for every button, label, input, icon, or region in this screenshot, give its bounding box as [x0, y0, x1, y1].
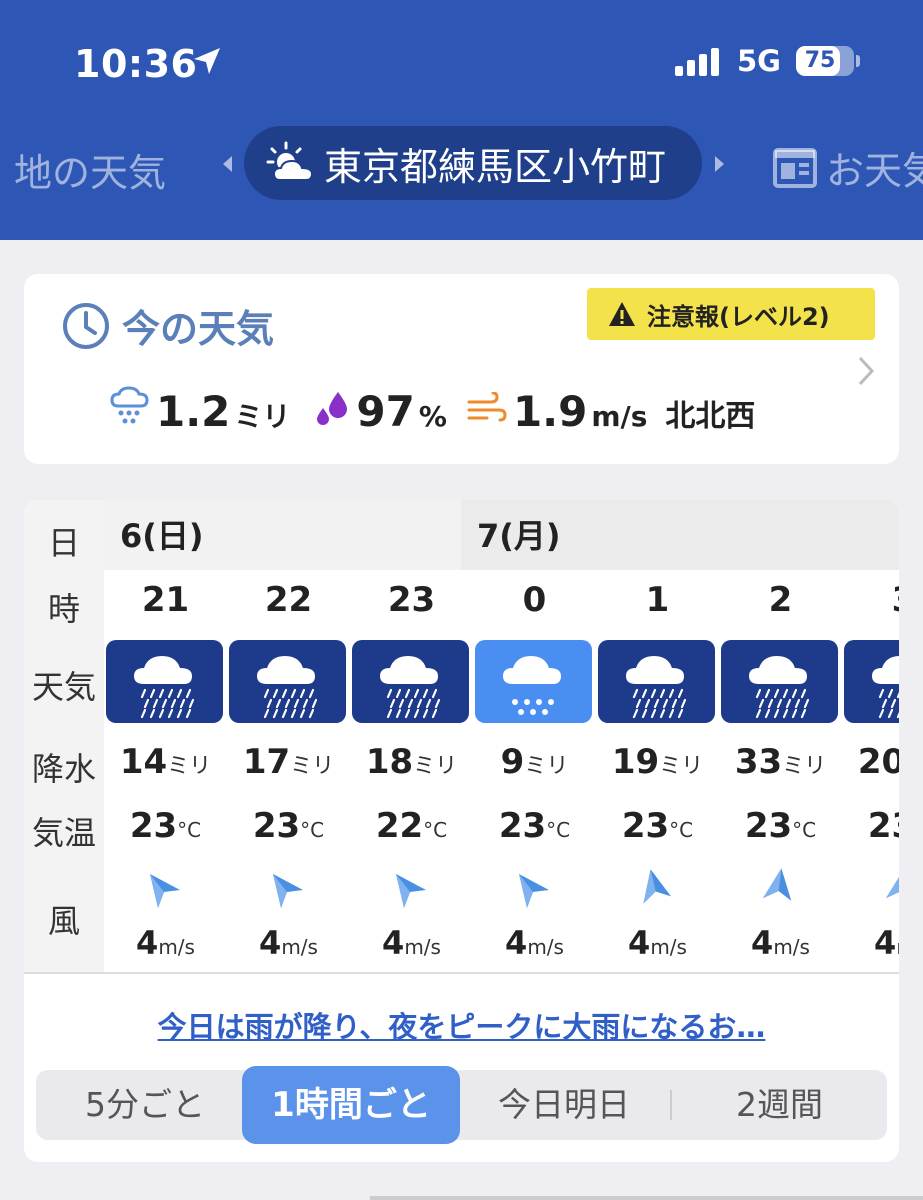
tab-5min[interactable]: 5分ごと [36, 1070, 254, 1140]
day-row: 6(日) 7(月) [104, 500, 899, 570]
location-tab[interactable]: 東京都練馬区小竹町 [244, 126, 702, 200]
precip-value: 33ミリ [734, 742, 827, 782]
tab-2weeks[interactable]: 2週間 [672, 1070, 887, 1140]
current-humidity: 97 [356, 387, 415, 436]
network-type: 5G [737, 44, 781, 78]
battery-percent: 75 [804, 48, 836, 73]
clock-icon [63, 302, 109, 349]
battery-icon: 75 [796, 46, 854, 76]
hour-column[interactable]: 2 33ミリ 23°C 4m/s [719, 570, 842, 972]
rain-icon [110, 386, 149, 424]
wind-speed-value: 4m/s [628, 924, 687, 962]
hour-column[interactable]: 3 20ミリ 23°C 4m/s [842, 570, 899, 972]
precip-value: 18ミリ [365, 742, 458, 782]
hour-column[interactable]: 23 18ミリ 22°C 4m/s [350, 570, 473, 972]
wind-speed-value: 4m/s [505, 924, 564, 962]
hour-label: 3 [842, 580, 899, 620]
wind-direction-icon [396, 874, 426, 908]
chevron-right-icon[interactable] [854, 354, 878, 388]
hour-label: 2 [768, 580, 793, 620]
label-temp: 気温 [31, 814, 96, 852]
heavy-rain-icon [352, 640, 469, 723]
wind-speed-value: 4m/s [136, 924, 195, 962]
hour-label: 0 [522, 580, 547, 620]
tab-today-tomorrow[interactable]: 今日明日 [456, 1070, 672, 1140]
humidity-drops-icon [317, 392, 348, 425]
wind-direction-icon [519, 874, 549, 908]
heavy-rain-icon [229, 640, 346, 723]
day-header: 7(月) [461, 500, 899, 570]
label-weather: 天気 [31, 668, 96, 706]
wind-speed-value: 4m/s [259, 924, 318, 962]
label-precip: 降水 [31, 750, 96, 788]
current-weather-card[interactable]: 今の天気 注意報(レベル2) 1.2 ミリ 97 % 1.9 m/s 北北西 [24, 274, 899, 464]
wind-icon [467, 392, 507, 422]
current-wind-direction: 北北西 [665, 399, 756, 434]
tab-hourly[interactable]: 1時間ごと [242, 1066, 460, 1144]
hour-label: 21 [141, 580, 190, 620]
temperature-value: 23°C [498, 806, 571, 846]
wind-speed-value: 4m/s [874, 924, 899, 962]
status-time: 10:36 [74, 42, 198, 86]
hour-column[interactable]: 21 14ミリ 23°C 4m/s [104, 570, 227, 972]
signal-icon [675, 46, 719, 76]
heavy-rain-icon [844, 640, 899, 723]
precip-value: 19ミリ [611, 742, 704, 782]
day-header: 6(日) [104, 500, 461, 570]
sun-cloud-icon [266, 141, 314, 181]
precip-value: 14ミリ [119, 742, 212, 782]
temperature-value: 23°C [129, 806, 202, 846]
label-hour: 時 [47, 590, 80, 628]
warning-icon [609, 302, 635, 326]
current-conditions: 1.2 ミリ 97 % 1.9 m/s 北北西 [110, 386, 755, 436]
location-name: 東京都練馬区小竹町 [324, 144, 667, 189]
heavy-rain-icon [721, 640, 838, 723]
wind-direction-icon [643, 869, 672, 904]
heavy-rain-icon [106, 640, 223, 723]
temperature-value: 22°C [375, 806, 448, 846]
temperature-value: 23°C [867, 806, 899, 846]
wind-speed-value: 4m/s [382, 924, 441, 962]
hour-label: 1 [645, 580, 670, 620]
temperature-value: 23°C [744, 806, 817, 846]
hour-column[interactable]: 0 9ミリ 23°C 4m/s [473, 570, 596, 972]
precip-value: 20ミリ [857, 742, 899, 782]
alert-badge[interactable]: 注意報(レベル2) [587, 288, 875, 340]
precip-value: 17ミリ [242, 742, 335, 782]
precip-value: 9ミリ [500, 742, 569, 782]
alert-text: 注意報(レベル2) [647, 302, 830, 331]
nav-next-label: お天気 [826, 149, 923, 193]
heavy-rain-icon [598, 640, 715, 723]
app-header: 10:36 5G 75 地の天気 東京都練馬区小竹町 お天気 [0, 0, 923, 240]
caret-right-icon[interactable] [713, 154, 727, 174]
forecast-comment-link[interactable]: 今日は雨が降り、夜をピークに大雨になるお… [24, 1004, 899, 1046]
row-labels: 日 時 天気 降水 気温 風 [24, 500, 104, 972]
hour-column[interactable]: 1 19ミリ 23°C 4m/s [596, 570, 719, 972]
label-wind: 風 [47, 902, 80, 940]
nav-next-tab[interactable]: お天気 [772, 140, 923, 195]
hour-label: 23 [387, 580, 436, 620]
current-weather-title: 今の天気 [60, 298, 274, 353]
temperature-value: 23°C [621, 806, 694, 846]
rain-icon [475, 640, 592, 723]
label-day: 日 [47, 524, 80, 562]
wind-direction-icon [886, 868, 899, 901]
wind-direction-icon [273, 874, 303, 908]
newspaper-icon [773, 147, 817, 188]
caret-left-icon[interactable] [220, 154, 234, 174]
location-arrow-icon [194, 48, 220, 74]
hour-column[interactable]: 22 17ミリ 23°C 4m/s [227, 570, 350, 972]
interval-tabs: 5分ごと 1時間ごと 今日明日 2週間 [36, 1066, 887, 1144]
wind-direction-icon [763, 868, 792, 901]
wind-direction-icon [150, 874, 180, 908]
hour-label: 22 [264, 580, 313, 620]
hourly-forecast-card: 日 時 天気 降水 気温 風 6(日) 7(月) 21 14ミリ 23°C 4m/s 2… [24, 500, 899, 1162]
current-wind: 1.9 [512, 387, 588, 436]
wind-speed-value: 4m/s [751, 924, 810, 962]
current-precip: 1.2 [156, 387, 231, 436]
temperature-value: 23°C [252, 806, 325, 846]
nav-prev-tab[interactable]: 地の天気 [14, 142, 166, 197]
